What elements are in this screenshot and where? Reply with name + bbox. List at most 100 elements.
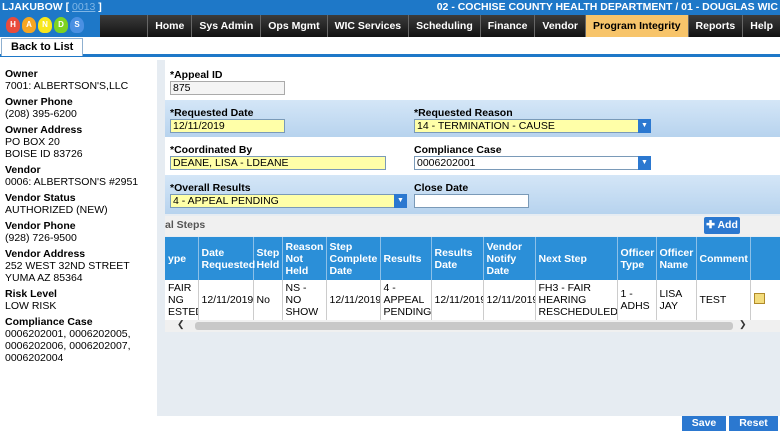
column-header[interactable]: Next Step xyxy=(535,237,618,280)
table-cell: 12/11/2019 xyxy=(431,280,484,320)
column-header[interactable]: Results xyxy=(380,237,432,280)
vendor-info-value: 7001: ALBERTSON'S,LLC xyxy=(5,80,129,92)
overall-results-field: *Overall Results 4 - APPEAL PENDING ▼ xyxy=(170,182,407,208)
vendor-info-value: YUMA AZ 85364 xyxy=(5,272,83,284)
column-header[interactable]: Officer Type xyxy=(617,237,657,280)
column-header[interactable]: Vendor Notify Date xyxy=(483,237,536,280)
nav-item-vendor[interactable]: Vendor xyxy=(534,15,585,37)
main-nav: Home Sys Admin Ops Mgmt WIC Services Schedul… xyxy=(100,15,780,37)
column-header[interactable]: Reason Not Held xyxy=(282,237,327,280)
horizontal-scrollbar[interactable]: ❮ ❯ xyxy=(165,319,780,332)
nav-item-wic-services[interactable]: WIC Services xyxy=(326,15,409,37)
table-cell: FAIR NG ESTED xyxy=(165,280,199,320)
requested-date-field: *Requested Date 12/11/2019 xyxy=(170,107,285,133)
vendor-info-label: Vendor Address xyxy=(5,248,86,260)
logo-hand-icon: D xyxy=(54,17,68,33)
column-header[interactable]: Step Held xyxy=(253,237,283,280)
appeal-steps-title: al Steps xyxy=(165,219,206,231)
vendor-info-label: Risk Level xyxy=(5,288,57,300)
logo-hand-icon: A xyxy=(22,17,36,33)
coordinated-by-input[interactable]: DEANE, LISA - LDEANE xyxy=(170,156,386,170)
table-cell: LISA JAY xyxy=(656,280,697,320)
chevron-down-icon[interactable]: ▼ xyxy=(394,194,407,208)
vendor-info-value: 0006202006, 0006202007, xyxy=(5,340,131,352)
vendor-info-label: Vendor Phone xyxy=(5,220,76,232)
scroll-left-icon[interactable]: ❮ xyxy=(177,319,185,330)
hands-logo: HANDS xyxy=(0,15,100,37)
table-cell: TEST xyxy=(696,280,751,320)
vendor-info-label: Owner xyxy=(5,68,38,80)
vendor-info-label: Vendor xyxy=(5,164,41,176)
footer-bar: Save Reset xyxy=(0,416,780,431)
vendor-info-value: (928) 726-9500 xyxy=(5,232,77,244)
requested-reason-field: *Requested Reason 14 - TERMINATION - CAU… xyxy=(414,107,651,133)
save-button[interactable]: Save xyxy=(682,416,726,431)
scrollbar-thumb[interactable] xyxy=(195,322,733,330)
user-name: LJAKUBOW xyxy=(2,1,63,13)
close-date-field: Close Date xyxy=(414,182,529,208)
table-cell: 12/11/2019 xyxy=(483,280,536,320)
table-cell: NS - NO SHOW xyxy=(282,280,327,320)
vendor-info-value: BOISE ID 83726 xyxy=(5,148,83,160)
vendor-info-label: Compliance Case xyxy=(5,316,93,328)
column-header[interactable]: Officer Name xyxy=(656,237,697,280)
user-info: LJAKUBOW [ 0013 ] xyxy=(2,1,102,13)
appeal-steps-table: ype Date Requested Step Held Reason Not Hel… xyxy=(165,237,780,320)
requested-reason-select[interactable]: 14 - TERMINATION - CAUSE ▼ xyxy=(414,119,651,133)
nav-item-home[interactable]: Home xyxy=(147,15,191,37)
column-header[interactable]: Results Date xyxy=(431,237,484,280)
logo-hand-icon: N xyxy=(38,17,52,33)
compliance-case-select[interactable]: 0006202001 ▼ xyxy=(414,156,651,170)
title-bar: LJAKUBOW [ 0013 ] 02 - COCHISE COUNTY HE… xyxy=(0,0,780,15)
back-to-list-button[interactable]: Back to List xyxy=(1,38,84,56)
table-cell: No xyxy=(253,280,283,320)
vendor-info-value: PO BOX 20 xyxy=(5,136,60,148)
table-cell: 12/11/2019 xyxy=(198,280,254,320)
compliance-case-field: Compliance Case 0006202001 ▼ xyxy=(414,144,651,170)
table-cell: FH3 - FAIR HEARING RESCHEDULED xyxy=(535,280,618,320)
chevron-down-icon[interactable]: ▼ xyxy=(638,119,651,133)
logo-hand-icon: H xyxy=(6,17,20,33)
user-code-link[interactable]: 0013 xyxy=(72,1,95,13)
column-header[interactable]: Date Requested xyxy=(198,237,255,280)
vendor-info-value: (208) 395-6200 xyxy=(5,108,77,120)
scroll-right-icon[interactable]: ❯ xyxy=(739,319,747,330)
coordinated-by-field: *Coordinated By DEANE, LISA - LDEANE xyxy=(170,144,386,170)
vendor-info-value: LOW RISK xyxy=(5,300,57,312)
logo-hand-icon: S xyxy=(70,17,84,33)
table-cell: 4 - APPEAL PENDING xyxy=(380,280,432,320)
column-header[interactable]: ype xyxy=(165,237,199,280)
close-date-input[interactable] xyxy=(414,194,529,208)
vendor-info-value: 0006: ALBERTSON'S #2951 xyxy=(5,176,139,188)
reset-button[interactable]: Reset xyxy=(729,416,778,431)
nav-item-ops-mgmt[interactable]: Ops Mgmt xyxy=(260,15,326,37)
appeal-id-input: 875 xyxy=(170,81,285,95)
edit-icon[interactable] xyxy=(753,293,765,304)
vendor-info-label: Owner Address xyxy=(5,124,83,136)
vendor-info-label: Vendor Status xyxy=(5,192,76,204)
overall-results-select[interactable]: 4 - APPEAL PENDING ▼ xyxy=(170,194,407,208)
column-header[interactable] xyxy=(750,237,780,280)
table-cell: 12/11/2019 xyxy=(326,280,381,320)
nav-item-program-integrity[interactable]: Program Integrity xyxy=(585,15,688,37)
nav-item-sys-admin[interactable]: Sys Admin xyxy=(191,15,260,37)
column-header[interactable]: Step Complete Date xyxy=(326,237,381,280)
table-row[interactable]: FAIR NG ESTED12/11/2019NoNS - NO SHOW12/… xyxy=(165,280,780,320)
vendor-info-panel: Owner 7001: ALBERTSON'S,LLC Owner Phone (20… xyxy=(0,60,157,381)
nav-item-scheduling[interactable]: Scheduling xyxy=(408,15,480,37)
column-header[interactable]: Comment xyxy=(696,237,751,280)
vendor-info-value: 252 WEST 32ND STREET xyxy=(5,260,130,272)
sub-bar: Back to List xyxy=(0,37,780,57)
nav-item-help[interactable]: Help xyxy=(742,15,780,37)
table-cell xyxy=(750,280,780,320)
vendor-info-label: Owner Phone xyxy=(5,96,73,108)
chevron-down-icon[interactable]: ▼ xyxy=(638,156,651,170)
requested-date-input[interactable]: 12/11/2019 xyxy=(170,119,285,133)
vendor-info-value: 0006202004 xyxy=(5,352,64,364)
add-step-button[interactable]: ✚ Add xyxy=(704,217,740,234)
nav-item-reports[interactable]: Reports xyxy=(687,15,743,37)
table-cell: 1 - ADHS xyxy=(617,280,657,320)
department-label: 02 - COCHISE COUNTY HEALTH DEPARTMENT / … xyxy=(436,1,778,13)
nav-item-finance[interactable]: Finance xyxy=(479,15,535,37)
plus-icon: ✚ xyxy=(706,219,718,231)
